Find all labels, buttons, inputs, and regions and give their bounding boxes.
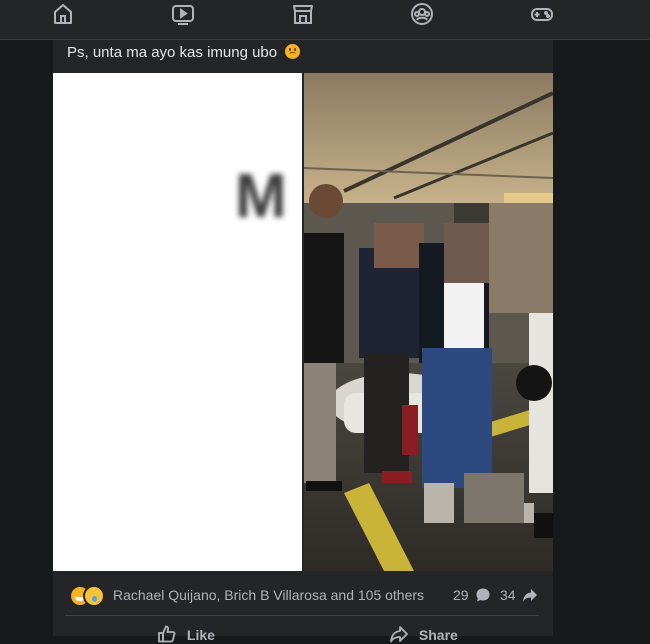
stats-divider <box>65 615 539 616</box>
comment-icon <box>476 588 490 602</box>
home-icon[interactable] <box>50 1 76 27</box>
post-media[interactable]: M <box>53 73 553 571</box>
share-button[interactable]: Share <box>389 624 458 644</box>
sad-face-emoji <box>285 44 301 59</box>
comment-count[interactable]: 29 <box>453 587 491 603</box>
like-label: Like <box>186 627 215 643</box>
share-label: Share <box>418 627 458 643</box>
post-caption: Ps, unta ma ayo kas imung ubo <box>67 44 301 61</box>
reaction-icons[interactable] <box>69 585 109 607</box>
photo-left[interactable]: M <box>53 73 302 571</box>
share-count[interactable]: 34 <box>500 587 538 603</box>
top-navigation-bar <box>0 0 650 40</box>
blurred-text: M <box>235 162 287 231</box>
gaming-icon[interactable] <box>529 1 555 27</box>
post-stats: Rachael Quijano, Brich B Villarosa and 1… <box>69 585 539 607</box>
video-icon[interactable] <box>170 1 196 27</box>
share-arrow-icon <box>523 589 538 602</box>
thumbs-up-icon <box>158 625 176 643</box>
marketplace-icon[interactable] <box>290 1 316 27</box>
post-card: Ps, unta ma ayo kas imung ubo M Rachael … <box>53 40 553 643</box>
reaction-names[interactable]: Rachael Quijano, Brich B Villarosa and 1… <box>113 587 424 603</box>
share-count-value: 34 <box>500 587 516 603</box>
post-caption-text: Ps, unta ma ayo kas imung ubo <box>67 44 278 61</box>
group-photo <box>304 73 553 571</box>
groups-icon[interactable] <box>409 1 435 27</box>
photo-right[interactable] <box>304 73 553 571</box>
comment-count-value: 29 <box>453 587 469 603</box>
sad-icon <box>83 585 105 607</box>
like-button[interactable]: Like <box>157 624 215 644</box>
share-icon <box>390 626 408 643</box>
